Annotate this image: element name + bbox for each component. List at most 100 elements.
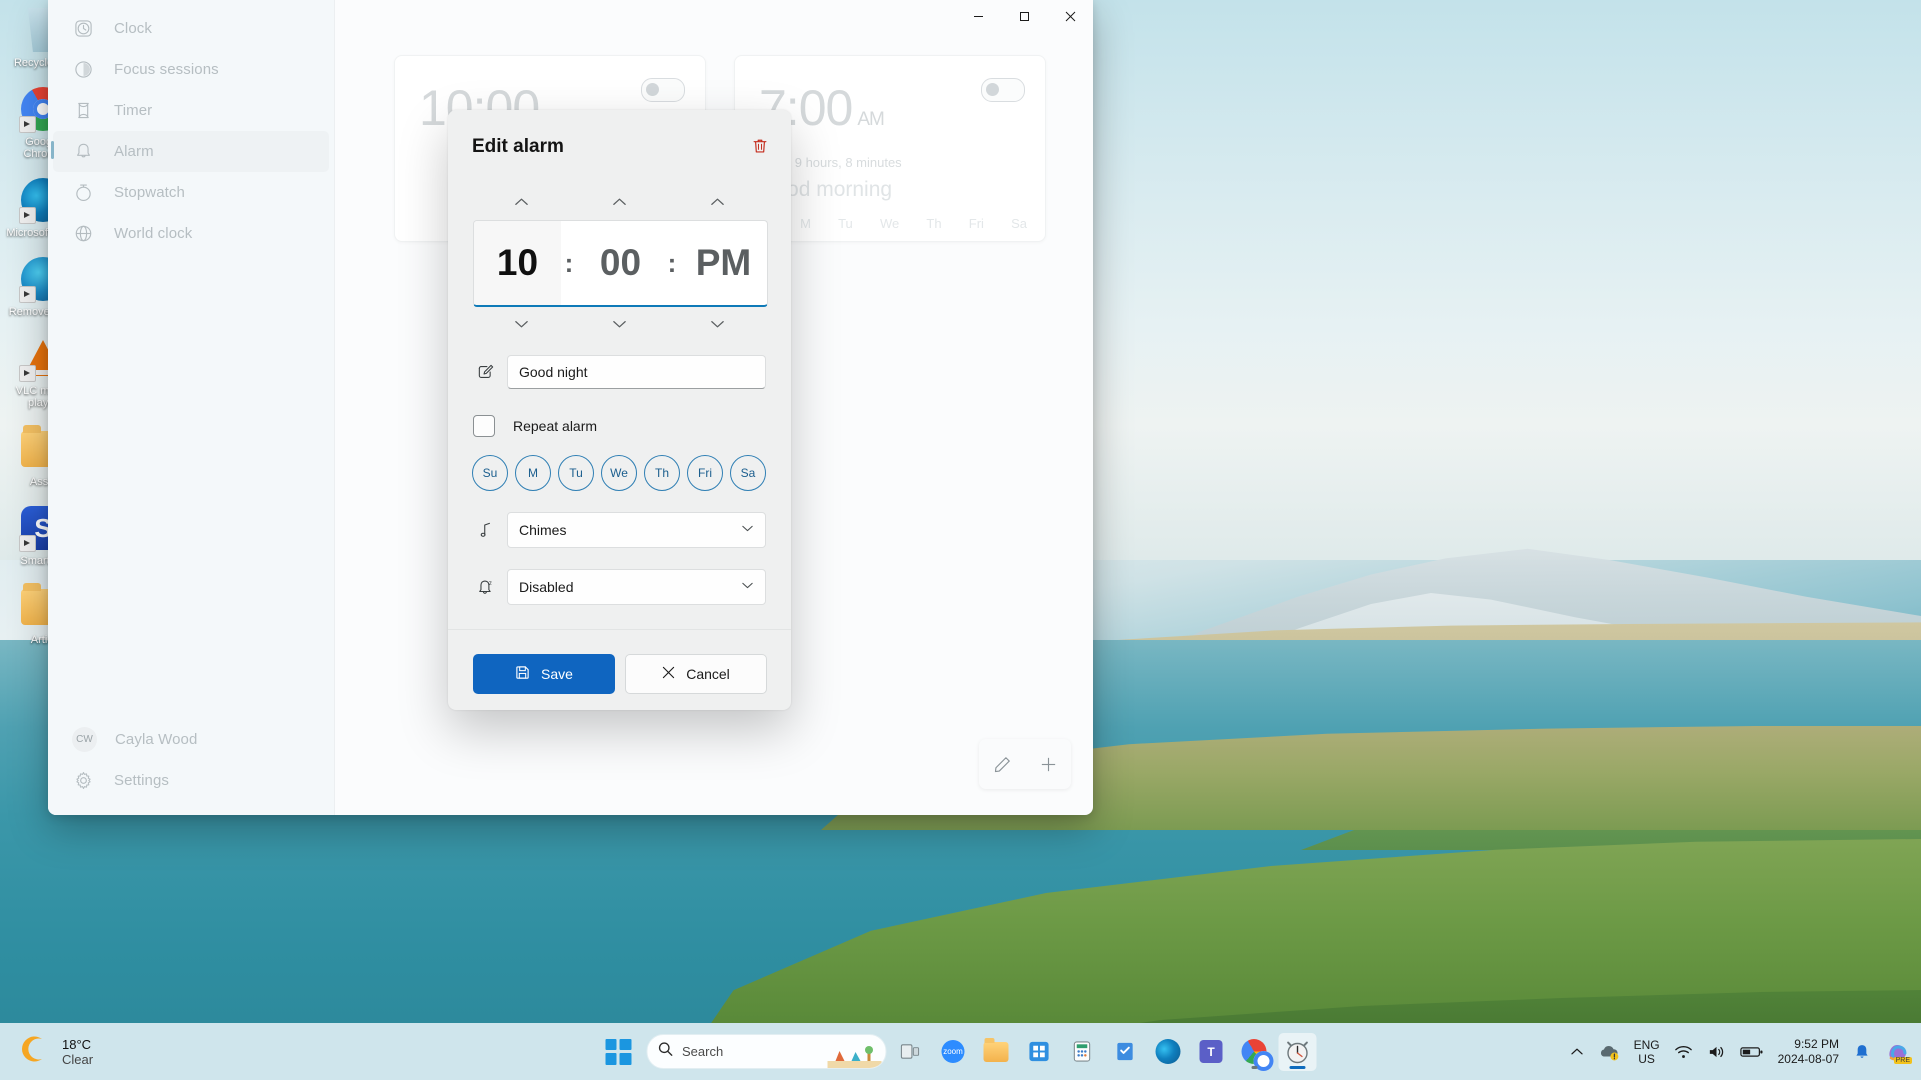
alarm-action-bar — [979, 739, 1071, 789]
weather-temperature: 18°C — [62, 1036, 92, 1052]
volume-icon[interactable] — [1707, 1044, 1726, 1060]
alarm-ampm: AM — [857, 109, 884, 130]
alarm-toggle[interactable] — [981, 78, 1025, 102]
app-sidebar: Clock Focus sessions Timer Alarm Stopwat… — [48, 0, 335, 815]
edit-pencil-icon — [473, 359, 499, 385]
minute-field[interactable]: 00 — [577, 221, 664, 305]
time-picker-down-arrows — [473, 310, 766, 338]
cancel-button[interactable]: Cancel — [625, 654, 767, 694]
snooze-value: Disabled — [519, 579, 574, 595]
music-note-icon — [473, 517, 499, 543]
sidebar-item-stopwatch[interactable]: Stopwatch — [53, 172, 329, 213]
wifi-icon[interactable] — [1674, 1044, 1693, 1060]
alarm-days: Su M Tu We Th Fri Sa — [757, 216, 1027, 231]
notification-bell-icon[interactable] — [1853, 1043, 1871, 1061]
chevron-down-icon — [741, 524, 754, 536]
minute-increment-button[interactable] — [571, 188, 669, 216]
taskbar-center-group: Search zoom T — [605, 1032, 1316, 1071]
tray-expand-chevron-icon[interactable] — [1570, 1047, 1584, 1056]
day-chip-sa[interactable]: Sa — [730, 455, 766, 491]
sidebar-item-label: Timer — [114, 102, 153, 119]
repeat-alarm-checkbox[interactable] — [473, 415, 495, 437]
repeat-alarm-row[interactable]: Repeat alarm — [473, 415, 597, 437]
close-button[interactable] — [1047, 0, 1093, 32]
save-icon — [515, 665, 530, 683]
language-line-1: ENG — [1633, 1037, 1660, 1052]
taskbar-search[interactable]: Search — [646, 1034, 886, 1069]
minute-period-separator: : — [667, 247, 677, 278]
dialog-divider — [448, 629, 791, 630]
taskbar-app-calculator[interactable] — [1063, 1033, 1101, 1071]
focus-icon — [72, 59, 94, 81]
taskbar-app-file-explorer[interactable] — [977, 1033, 1015, 1071]
sidebar-item-focus-sessions[interactable]: Focus sessions — [53, 49, 329, 90]
edit-alarm-dialog: Edit alarm 10: 00: PM Good night Repea… — [448, 110, 791, 710]
period-field[interactable]: PM — [680, 221, 767, 305]
period-increment-button[interactable] — [668, 188, 766, 216]
edit-icon[interactable] — [979, 739, 1025, 789]
period-decrement-button[interactable] — [668, 310, 766, 338]
alarm-countdown: in 9 hours, 8 minutes — [781, 154, 902, 170]
snooze-select[interactable]: Disabled — [507, 569, 766, 605]
taskbar-app-microsoft-edge[interactable] — [1149, 1033, 1187, 1071]
time-picker: 10 : 00 : PM — [473, 220, 768, 307]
sidebar-item-timer[interactable]: Timer — [53, 90, 329, 131]
language-indicator[interactable]: ENG US — [1634, 1038, 1660, 1066]
account-name: Cayla Wood — [115, 731, 198, 748]
start-button[interactable] — [605, 1038, 631, 1065]
maximize-button[interactable] — [1001, 0, 1047, 32]
minimize-button[interactable] — [955, 0, 1001, 32]
sidebar-item-alarm[interactable]: Alarm — [51, 131, 329, 172]
taskbar-app-zoom[interactable]: zoom — [934, 1033, 972, 1071]
day-chip-tu[interactable]: Tu — [558, 455, 594, 491]
dialog-title: Edit alarm — [472, 136, 564, 157]
svg-text:z: z — [489, 580, 492, 587]
battery-icon[interactable] — [1739, 1045, 1764, 1059]
sidebar-item-world-clock[interactable]: World clock — [53, 213, 329, 254]
day-chip-fri[interactable]: Fri — [687, 455, 723, 491]
hour-decrement-button[interactable] — [473, 310, 571, 338]
taskbar-app-clock[interactable] — [1278, 1032, 1316, 1071]
day-chip-m[interactable]: M — [515, 455, 551, 491]
gear-icon — [72, 770, 94, 792]
onedrive-warning-icon[interactable] — [1598, 1043, 1620, 1061]
alarm-sound-row: Chimes — [473, 512, 766, 548]
alarm-name-input[interactable]: Good night — [507, 355, 766, 389]
day-chip-th[interactable]: Th — [644, 455, 680, 491]
desktop-root: Recycle Bin Google Chrome Microsoft Edge… — [0, 0, 1921, 1080]
alarm-sound-select[interactable]: Chimes — [507, 512, 766, 548]
settings-label: Settings — [114, 772, 169, 789]
snooze-icon: z — [473, 574, 499, 600]
day-chip-we[interactable]: We — [601, 455, 637, 491]
taskbar-app-google-chrome[interactable] — [1235, 1033, 1274, 1071]
alarm-name-row: Good night — [473, 355, 766, 389]
taskbar-app-todo[interactable] — [1106, 1033, 1144, 1071]
alarm-toggle[interactable] — [641, 78, 685, 102]
alarm-day: We — [879, 216, 900, 231]
hour-field[interactable]: 10 — [474, 221, 561, 305]
dialog-footer: Save Cancel — [473, 654, 767, 694]
sidebar-item-label: Focus sessions — [114, 61, 219, 78]
taskbar-weather-widget[interactable]: 18°C Clear — [21, 1035, 94, 1068]
trash-icon[interactable] — [745, 132, 775, 160]
taskbar-app-microsoft-teams[interactable]: T — [1192, 1033, 1230, 1071]
taskbar-clock[interactable]: 9:52 PM 2024-08-07 — [1778, 1037, 1839, 1067]
search-placeholder: Search — [682, 1044, 724, 1059]
hourglass-icon — [72, 100, 94, 122]
taskbar-app-task-view[interactable] — [891, 1033, 929, 1071]
weather-condition: Clear — [62, 1051, 94, 1067]
add-icon[interactable] — [1025, 739, 1071, 789]
bell-icon — [72, 141, 94, 163]
minute-decrement-button[interactable] — [571, 310, 669, 338]
sidebar-item-settings[interactable]: Settings — [53, 760, 329, 801]
sidebar-footer: CW Cayla Wood Settings — [48, 719, 334, 801]
day-chip-su[interactable]: Su — [472, 455, 508, 491]
save-button[interactable]: Save — [473, 654, 615, 694]
alarm-day: M — [800, 216, 811, 231]
sidebar-item-account[interactable]: CW Cayla Wood — [53, 719, 329, 760]
snooze-row: z Disabled — [473, 569, 766, 605]
sidebar-item-label: Stopwatch — [114, 184, 185, 201]
copilot-icon[interactable]: PRE — [1885, 1040, 1912, 1064]
hour-increment-button[interactable] — [473, 188, 571, 216]
taskbar-app-microsoft-store[interactable] — [1020, 1033, 1058, 1071]
